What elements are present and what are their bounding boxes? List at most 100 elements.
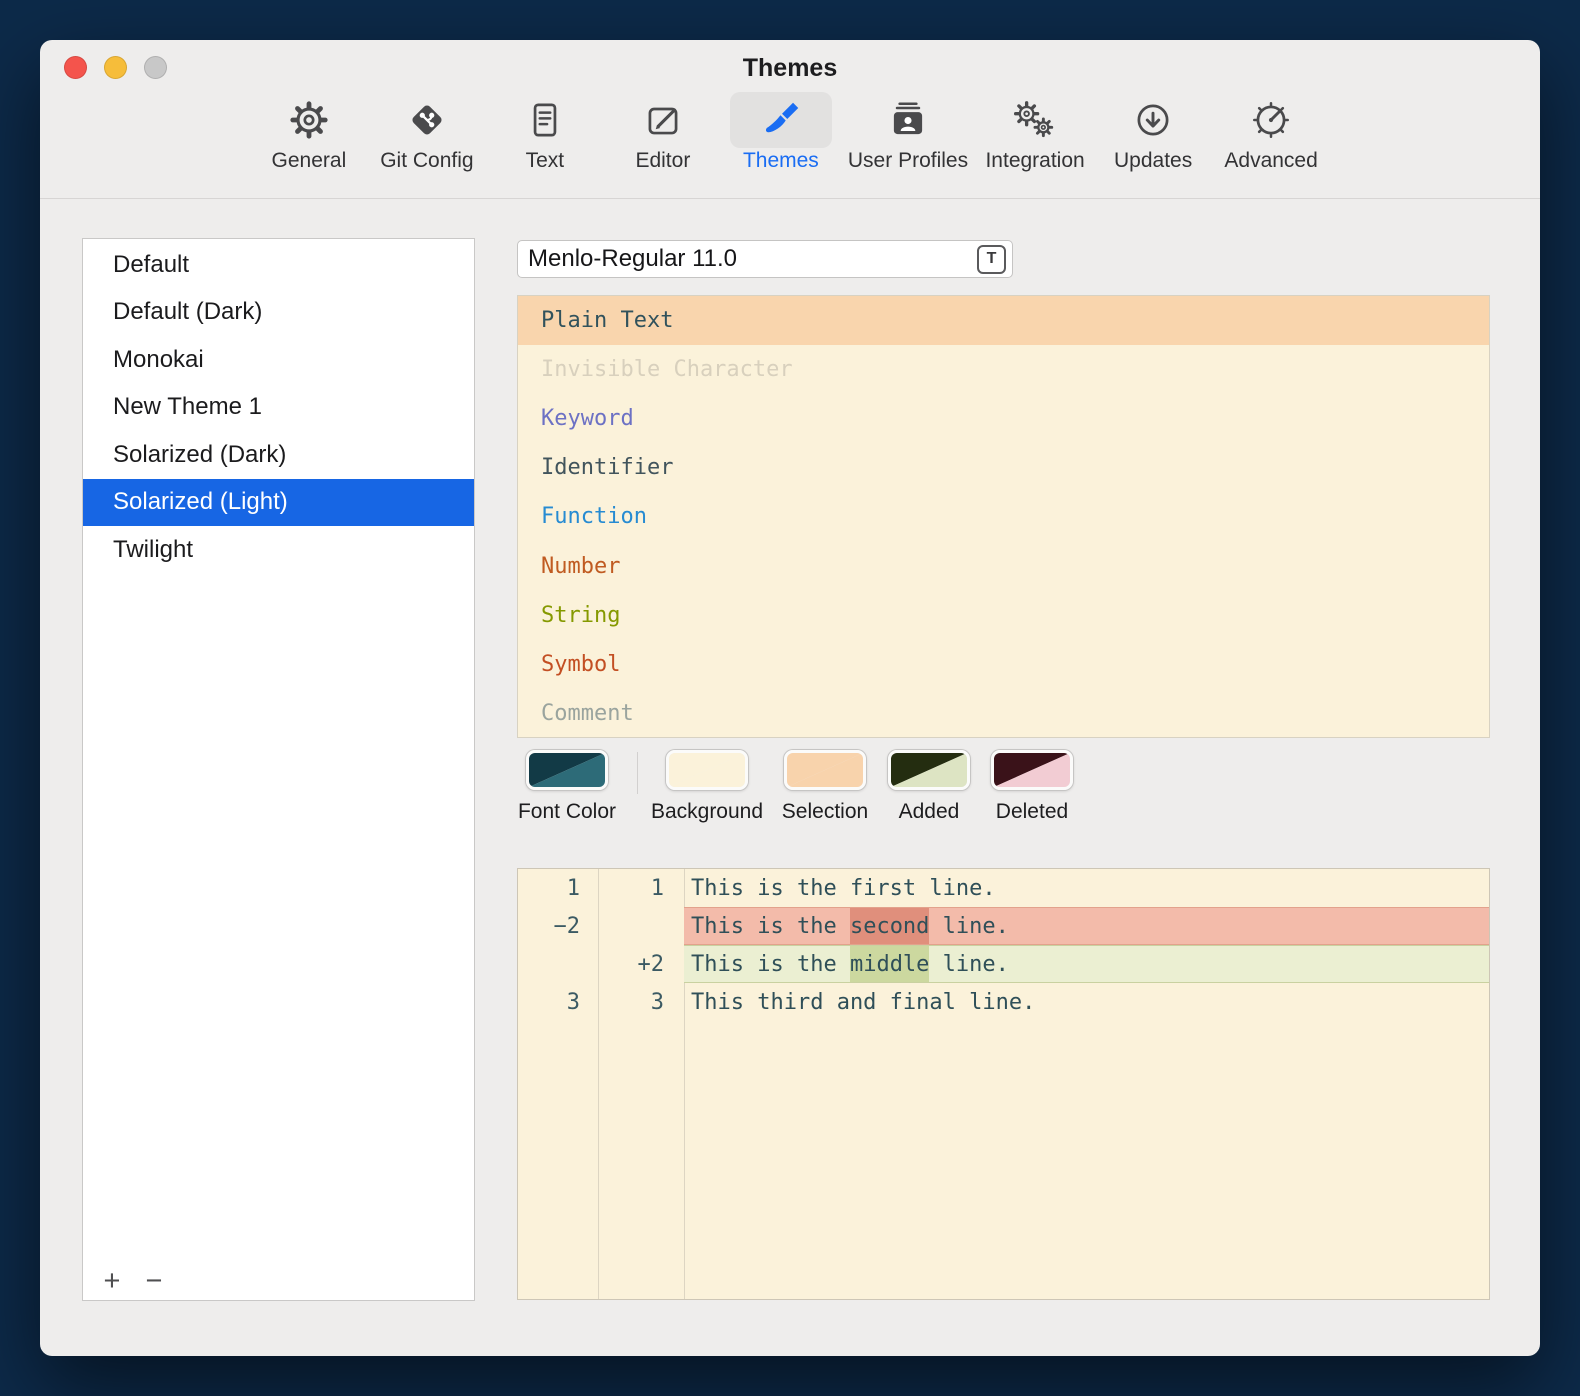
toolbar-label: Git Config [380, 149, 473, 173]
swatch-selection[interactable]: Selection [765, 750, 885, 824]
token-label: String [541, 603, 620, 628]
font-name-value: Menlo-Regular 11.0 [528, 245, 737, 273]
token-label: Invisible Character [541, 357, 793, 382]
toolbar-item-git-config[interactable]: Git Config [376, 92, 478, 173]
preferences-window: Themes General [40, 40, 1540, 1356]
new-line-number: 3 [598, 983, 684, 1021]
background-swatch[interactable] [666, 750, 748, 790]
paintbrush-icon [730, 92, 832, 148]
dial-icon [1220, 92, 1322, 148]
toolbar-item-general[interactable]: General [258, 92, 360, 173]
themes-list: Default Default (Dark) Monokai New Theme… [82, 238, 475, 1301]
token-row-invisible-character[interactable]: Invisible Character [518, 345, 1489, 394]
diff-line-text-added: This is the middle line. [684, 945, 1489, 983]
theme-list-item-monokai[interactable]: Monokai [83, 336, 474, 384]
swatch-label: Font Color [518, 800, 616, 824]
token-row-function[interactable]: Function [518, 492, 1489, 541]
content-area: Default Default (Dark) Monokai New Theme… [40, 198, 1540, 1356]
diff-row-1: 1 1 This is the first line. [518, 869, 1489, 907]
swatch-label: Deleted [996, 800, 1068, 824]
toolbar-label: Advanced [1224, 149, 1317, 173]
titlebar: Themes [40, 40, 1540, 92]
git-icon [376, 92, 478, 148]
remove-theme-button[interactable]: − [139, 1264, 169, 1298]
swatch-label: Background [651, 800, 763, 824]
diff-row-4: 3 3 This third and final line. [518, 983, 1489, 1021]
diff-line-text-deleted: This is the second line. [684, 907, 1489, 945]
diff-row-2-deleted: −2 This is the second line. [518, 907, 1489, 945]
selection-swatch[interactable] [784, 750, 866, 790]
diff-line-text: This third and final line. [684, 983, 1489, 1021]
token-row-keyword[interactable]: Keyword [518, 394, 1489, 443]
toolbar-item-editor[interactable]: Editor [612, 92, 714, 173]
toolbar-item-advanced[interactable]: Advanced [1220, 92, 1322, 173]
theme-list-item-default-dark[interactable]: Default (Dark) [83, 289, 474, 337]
token-row-string[interactable]: String [518, 591, 1489, 640]
toolbar-item-text[interactable]: Text [494, 92, 596, 173]
deleted-word-highlight: second [850, 908, 929, 944]
token-row-number[interactable]: Number [518, 541, 1489, 590]
toolbar-item-updates[interactable]: Updates [1102, 92, 1204, 173]
toolbar-label: Editor [635, 149, 690, 173]
font-field[interactable]: Menlo-Regular 11.0 T [517, 240, 1013, 278]
new-line-number [598, 907, 684, 945]
font-picker-button[interactable]: T [977, 245, 1006, 274]
add-theme-button[interactable]: + [97, 1264, 127, 1298]
gears-icon [984, 92, 1086, 148]
diff-row-3-added: +2 This is the middle line. [518, 945, 1489, 983]
toolbar-label: Text [526, 149, 565, 173]
diff-preview: 1 1 This is the first line. −2 This is t… [517, 868, 1490, 1300]
user-card-icon [857, 92, 959, 148]
swatch-background[interactable]: Background [647, 750, 767, 824]
token-label: Identifier [541, 455, 673, 480]
token-label: Plain Text [541, 308, 673, 333]
token-row-identifier[interactable]: Identifier [518, 443, 1489, 492]
editor-pencil-icon [612, 92, 714, 148]
toolbar-label: Updates [1114, 149, 1192, 173]
new-line-number: +2 [598, 945, 684, 983]
token-label: Symbol [541, 652, 620, 677]
toolbar-label: General [272, 149, 347, 173]
font-color-swatch[interactable] [526, 750, 608, 790]
theme-list-item-solarized-dark[interactable]: Solarized (Dark) [83, 431, 474, 479]
added-swatch[interactable] [888, 750, 970, 790]
token-preview: Plain Text Invisible Character Keyword I… [517, 295, 1490, 738]
toolbar-label: Integration [985, 149, 1084, 173]
old-line-number: −2 [518, 907, 598, 945]
theme-list: Default Default (Dark) Monokai New Theme… [83, 239, 474, 574]
theme-list-item-twilight[interactable]: Twilight [83, 526, 474, 574]
token-row-comment[interactable]: Comment [518, 689, 1489, 738]
theme-list-item-solarized-light[interactable]: Solarized (Light) [83, 479, 474, 527]
color-swatches: Font Color Background Selection [517, 750, 1490, 842]
new-line-number: 1 [598, 869, 684, 907]
toolbar: General Git Config [40, 92, 1540, 199]
token-row-symbol[interactable]: Symbol [518, 640, 1489, 689]
swatch-added[interactable]: Added [869, 750, 989, 824]
token-label: Number [541, 554, 620, 579]
swatch-label: Selection [782, 800, 868, 824]
theme-list-item-default[interactable]: Default [83, 241, 474, 289]
theme-list-item-new-theme-1[interactable]: New Theme 1 [83, 384, 474, 432]
added-word-highlight: middle [850, 946, 929, 982]
toolbar-label: Themes [743, 149, 819, 173]
swatch-deleted[interactable]: Deleted [972, 750, 1092, 824]
swatch-divider [637, 752, 638, 794]
theme-list-actions: + − [97, 1264, 169, 1298]
old-line-number [518, 945, 598, 983]
toolbar-item-integration[interactable]: Integration [984, 92, 1086, 173]
deleted-swatch[interactable] [991, 750, 1073, 790]
toolbar-item-user-profiles[interactable]: User Profiles [848, 92, 968, 173]
text-document-icon [494, 92, 596, 148]
swatch-font-color[interactable]: Font Color [507, 750, 627, 824]
token-row-plain-text[interactable]: Plain Text [518, 296, 1489, 345]
window-title: Themes [40, 54, 1540, 83]
old-line-number: 1 [518, 869, 598, 907]
toolbar-item-themes[interactable]: Themes [730, 92, 832, 173]
diff-line-text: This is the first line. [684, 869, 1489, 907]
swatch-label: Added [899, 800, 960, 824]
token-label: Comment [541, 701, 634, 726]
token-label: Function [541, 504, 647, 529]
token-label: Keyword [541, 406, 634, 431]
download-circle-icon [1102, 92, 1204, 148]
gear-icon [258, 92, 360, 148]
